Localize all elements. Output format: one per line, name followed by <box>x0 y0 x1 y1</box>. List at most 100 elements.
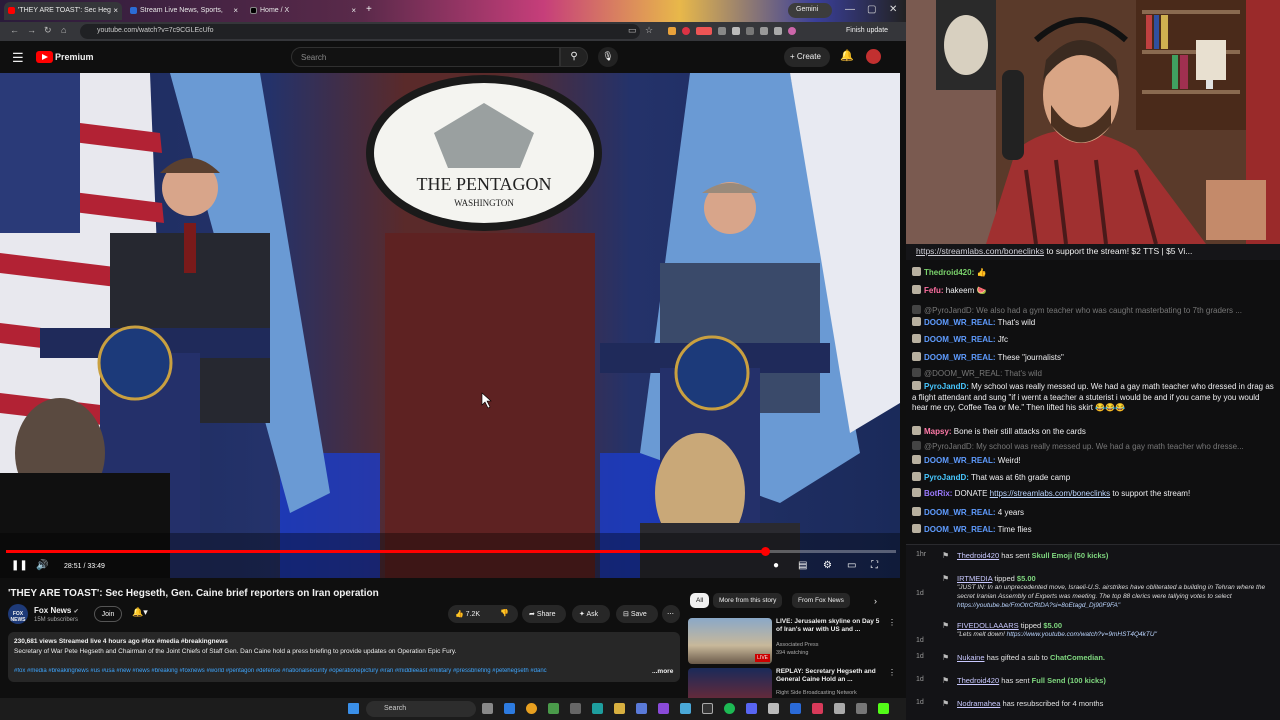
tab-x-home[interactable]: Home / X × <box>246 2 360 20</box>
chat-username[interactable]: Mapsy: <box>924 427 952 436</box>
pause-icon[interactable]: ❚❚ <box>11 560 28 571</box>
app-icon[interactable] <box>834 703 845 714</box>
close-tab-icon[interactable]: × <box>351 6 356 15</box>
chrome-icon[interactable] <box>526 703 537 714</box>
chip-from-fox-news[interactable]: From Fox News <box>792 593 850 608</box>
extension-icon[interactable] <box>682 27 690 35</box>
tab-stream-live[interactable]: Stream Live News, Sports, × <box>126 2 242 20</box>
event-username[interactable]: Thedroid420 <box>957 551 999 560</box>
task-view-icon[interactable] <box>482 703 493 714</box>
close-tab-icon[interactable]: × <box>233 6 238 15</box>
event-flag-icon[interactable]: ⚑ <box>942 653 949 662</box>
chat-username[interactable]: PyroJandD: <box>924 473 969 482</box>
chat-username[interactable]: @DOOM_WR_REAL: <box>924 369 1002 378</box>
chat-username[interactable]: DOOM_WR_REAL: <box>924 318 996 327</box>
extension-icon[interactable] <box>718 27 726 35</box>
youtube-brand[interactable]: Premium <box>55 52 94 62</box>
ask-button[interactable]: ✦ Ask <box>572 605 610 623</box>
app-icon[interactable] <box>592 703 603 714</box>
autoplay-toggle-icon[interactable]: ● <box>773 560 779 571</box>
event-username[interactable]: Thedroid420 <box>957 676 999 685</box>
extension-icon[interactable] <box>668 27 676 35</box>
subscription-bell-icon[interactable]: 🔔▾ <box>132 607 148 618</box>
chip-all[interactable]: All <box>690 593 710 608</box>
volume-icon[interactable]: 🔊 <box>36 560 48 571</box>
create-button[interactable]: + Create <box>784 47 830 67</box>
event-flag-icon[interactable]: ⚑ <box>942 621 949 630</box>
tip-message-link[interactable]: https://www.youtube.com/watch?v=9mHST4Q4… <box>1007 631 1157 638</box>
extension-icon[interactable] <box>746 27 754 35</box>
recommended-video[interactable]: LIVE LIVE: Jerusalem skyline on Day 5 of… <box>688 618 900 666</box>
hamburger-menu-icon[interactable]: ☰ <box>12 50 24 66</box>
tip-message-link[interactable]: https://youtube.be/FmOtrCRtDA?si=8oEtagd… <box>957 602 1120 609</box>
forward-icon[interactable]: → <box>27 25 36 35</box>
settings-gear-icon[interactable]: ⚙ <box>823 560 832 571</box>
kick-icon[interactable] <box>878 703 889 714</box>
event-flag-icon[interactable]: ⚑ <box>942 574 949 583</box>
notifications-bell-icon[interactable]: 🔔 <box>840 49 854 62</box>
spotify-icon[interactable] <box>724 703 735 714</box>
app-icon[interactable] <box>790 703 801 714</box>
like-button[interactable]: 👍 7.2K 👎 <box>448 605 518 623</box>
tab-youtube[interactable]: 'THEY ARE TOAST': Sec Heg × <box>4 2 122 20</box>
chat-username[interactable]: PyroJandD: <box>924 382 969 391</box>
recommended-video[interactable]: REPLAY: Secretary Hegseth and General Ca… <box>688 668 900 698</box>
event-username[interactable]: IRTMEDIA <box>957 574 992 583</box>
finish-update-button[interactable]: Finish update <box>846 24 896 39</box>
channel-name[interactable]: Fox News ✔ <box>34 606 79 615</box>
more-options-icon[interactable]: ⋮ <box>888 618 896 627</box>
theater-mode-icon[interactable]: ▭ <box>847 560 856 571</box>
event-username[interactable]: Nukaine <box>957 653 985 662</box>
search-input[interactable]: Search <box>291 47 560 67</box>
taskbar-search[interactable]: Search <box>366 701 476 717</box>
more-actions-icon[interactable]: ⋯ <box>662 605 680 623</box>
channel-avatar[interactable]: FOX NEWS <box>8 604 28 624</box>
new-tab-icon[interactable]: + <box>366 4 372 15</box>
description-hashtags[interactable]: #fox #media #breakingnews #us #usa #new … <box>14 668 654 674</box>
more-options-icon[interactable]: ⋮ <box>888 668 896 677</box>
avatar[interactable] <box>866 49 881 64</box>
chat-username[interactable]: @PyroJandD: <box>924 306 974 315</box>
maximize-icon[interactable]: ▢ <box>867 4 876 15</box>
windows-start-icon[interactable] <box>348 703 359 714</box>
file-explorer-icon[interactable] <box>614 703 625 714</box>
install-icon[interactable]: ▭ <box>628 25 637 36</box>
fullscreen-icon[interactable]: ⛶ <box>871 560 878 571</box>
chevron-right-icon[interactable]: › <box>874 596 877 606</box>
show-more-link[interactable]: ...more <box>652 668 673 675</box>
share-button[interactable]: ➦ Share <box>522 605 566 623</box>
app-icon[interactable] <box>680 703 691 714</box>
chat-username[interactable]: @PyroJandD: <box>924 442 974 451</box>
app-icon[interactable] <box>570 703 581 714</box>
chat-username[interactable]: Thedroid420: <box>924 268 974 277</box>
video-player[interactable]: THE PENTAGON WASHINGTON <box>0 73 900 578</box>
event-username[interactable]: FIVEDOLLAAARS <box>957 621 1019 630</box>
reload-icon[interactable]: ↻ <box>44 25 52 36</box>
event-flag-icon[interactable]: ⚑ <box>942 699 949 708</box>
save-button[interactable]: ⊟ Save <box>616 605 658 623</box>
extension-icon[interactable] <box>732 27 740 35</box>
chip-more-from-story[interactable]: More from this story <box>713 593 783 608</box>
chat-username[interactable]: DOOM_WR_REAL: <box>924 353 996 362</box>
download-icon[interactable] <box>774 27 782 35</box>
chat-link[interactable]: https://streamlabs.com/boneclinks <box>990 489 1111 498</box>
app-icon[interactable] <box>768 703 779 714</box>
chat-username[interactable]: Fefu: <box>924 286 944 295</box>
chat-username[interactable]: DOOM_WR_REAL: <box>924 508 996 517</box>
profile-icon[interactable] <box>788 27 796 35</box>
app-icon[interactable] <box>636 703 647 714</box>
extension-icon[interactable] <box>696 27 712 35</box>
event-flag-icon[interactable]: ⚑ <box>942 551 949 560</box>
join-button[interactable]: Join <box>94 606 122 622</box>
app-icon[interactable] <box>504 703 515 714</box>
puzzle-icon[interactable] <box>760 27 768 35</box>
app-icon[interactable] <box>856 703 867 714</box>
minimize-icon[interactable]: — <box>845 4 855 15</box>
app-icon[interactable] <box>658 703 669 714</box>
chat-username[interactable]: DOOM_WR_REAL: <box>924 456 996 465</box>
app-icon[interactable] <box>548 703 559 714</box>
app-icon[interactable] <box>746 703 757 714</box>
close-window-icon[interactable]: ✕ <box>889 4 897 15</box>
chat-username[interactable]: DOOM_WR_REAL: <box>924 525 996 534</box>
event-username[interactable]: Nodramahea <box>957 699 1000 708</box>
